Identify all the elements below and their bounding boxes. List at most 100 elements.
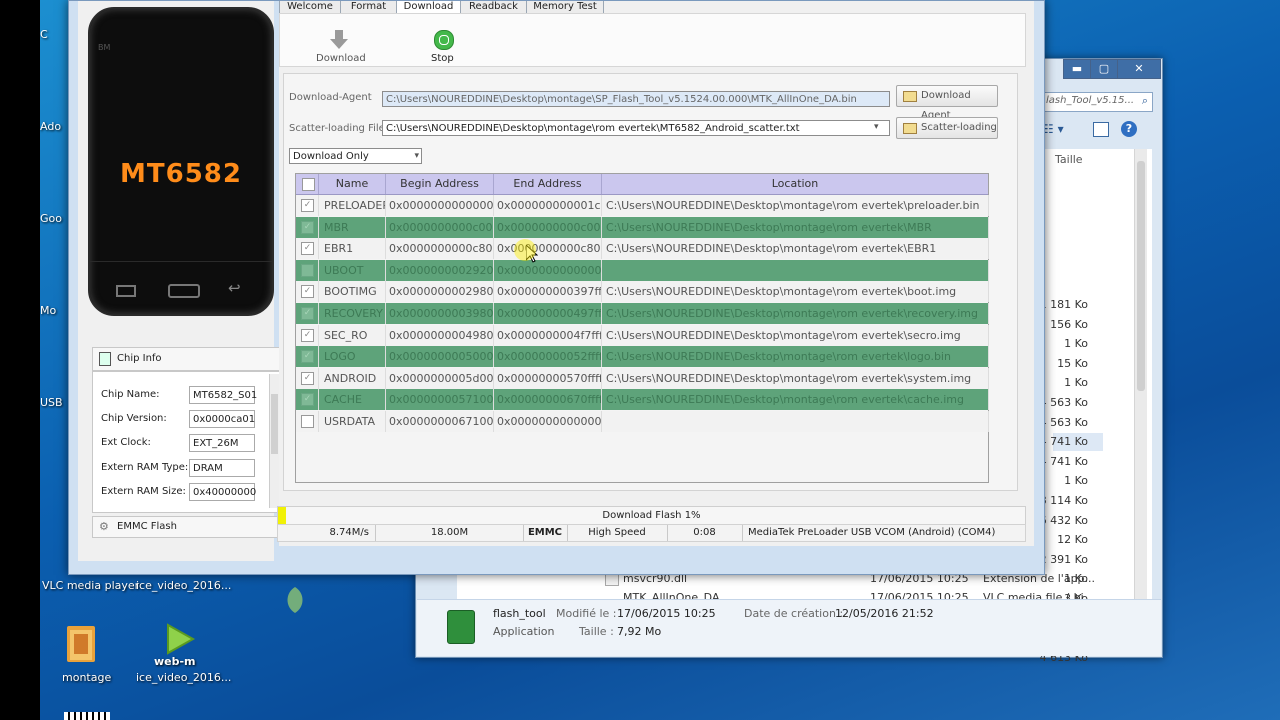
table-row[interactable]: ✓ ANDROID0x0000000005d000000x00000000570f… bbox=[296, 367, 989, 389]
stop-button[interactable]: Stop bbox=[431, 53, 454, 64]
table-row[interactable]: ✓ EBR10x0000000000c800000x0000000000c801f… bbox=[296, 238, 989, 260]
download-arrow-icon[interactable] bbox=[328, 28, 350, 50]
search-box[interactable]: lash_Tool_v5.15... ⌕ bbox=[1041, 92, 1153, 112]
toolbar: Download Stop bbox=[279, 13, 1026, 67]
header-begin-address[interactable]: Begin Address bbox=[386, 174, 494, 194]
chip-info-header[interactable]: Chip Info bbox=[92, 347, 282, 371]
checkbox-cell[interactable]: ✓ bbox=[296, 303, 319, 324]
download-button[interactable]: Download bbox=[316, 53, 366, 64]
maximize-button[interactable]: ▢ bbox=[1090, 59, 1118, 79]
scrollbar-thumb[interactable] bbox=[1137, 161, 1145, 391]
desktop-edge-label[interactable]: USB bbox=[40, 396, 63, 409]
partition-name: UBOOT bbox=[319, 259, 386, 281]
scatter-loading-button-label: Scatter-loading bbox=[921, 122, 997, 133]
row-checkbox[interactable]: ✓ bbox=[301, 371, 314, 385]
begin-address: 0x0000000002980000 bbox=[386, 281, 494, 303]
right-pane: Welcome Format Download Readback Memory … bbox=[279, 1, 1034, 546]
download-agent-button[interactable]: Download Agent bbox=[896, 85, 998, 121]
table-row[interactable]: ✓ SEC_RO0x00000000049800000x0000000004f7f… bbox=[296, 324, 989, 346]
folder-icon[interactable] bbox=[66, 622, 96, 666]
table-row[interactable]: USRDATA0x00000000671000000x0000000000000… bbox=[296, 411, 989, 432]
desktop-edge-label[interactable]: Goo bbox=[40, 212, 62, 225]
progress-bar: Download Flash 1% bbox=[277, 506, 1026, 526]
table-row[interactable]: UBOOT0x00000000029200000x000000000000000… bbox=[296, 259, 989, 281]
chip-scrollbar-thumb[interactable] bbox=[271, 394, 278, 454]
scatter-loading-button[interactable]: Scatter-loading bbox=[896, 117, 998, 139]
stop-icon[interactable] bbox=[434, 30, 454, 50]
phone-divider bbox=[90, 261, 272, 262]
emmc-flash-header[interactable]: ⚙ EMMC Flash bbox=[92, 516, 282, 538]
desktop-icon-webm[interactable]: web-m bbox=[154, 655, 196, 668]
desktop-edge-label[interactable]: Mo bbox=[40, 304, 56, 317]
film-strip-icon bbox=[64, 712, 110, 720]
table-row[interactable]: ✓ MBR0x0000000000c000000x0000000000c001ff… bbox=[296, 216, 989, 238]
desktop-edge-label[interactable]: Ado bbox=[40, 120, 61, 133]
row-checkbox[interactable] bbox=[301, 415, 314, 428]
mode-select[interactable]: Download Only ▾ bbox=[289, 148, 422, 164]
checkbox-cell[interactable]: ✓ bbox=[296, 367, 319, 389]
header-end-address[interactable]: End Address bbox=[494, 174, 602, 194]
column-size-header[interactable]: Taille bbox=[1055, 153, 1083, 166]
table-row[interactable]: ✓ CACHE0x00000000571000000x00000000670fff… bbox=[296, 389, 989, 411]
checkbox-cell[interactable]: ✓ bbox=[296, 346, 319, 368]
row-checkbox[interactable]: ✓ bbox=[301, 307, 314, 320]
close-button[interactable]: ✕ bbox=[1117, 59, 1161, 79]
header-name[interactable]: Name bbox=[319, 174, 386, 194]
desktop-icon-vlc[interactable]: VLC media player bbox=[42, 579, 139, 592]
select-all-checkbox[interactable] bbox=[302, 178, 315, 191]
desktop-icon-video-2[interactable]: ice_video_2016... bbox=[136, 671, 231, 684]
preview-pane-icon[interactable] bbox=[1093, 122, 1109, 137]
table-row[interactable]: ✓ RECOVERY0x00000000039800000x00000000049… bbox=[296, 303, 989, 324]
cursor-highlight bbox=[514, 239, 536, 261]
row-checkbox[interactable]: ✓ bbox=[301, 328, 314, 342]
begin-address: 0x0000000004980000 bbox=[386, 324, 494, 346]
checkbox-cell[interactable]: ✓ bbox=[296, 281, 319, 303]
home-key-icon bbox=[168, 284, 200, 298]
checkbox-cell[interactable]: ✓ bbox=[296, 324, 319, 346]
desktop-icon-video[interactable]: ice_video_2016... bbox=[136, 579, 231, 592]
chip-info-title: Chip Info bbox=[117, 353, 162, 364]
row-checkbox[interactable]: ✓ bbox=[301, 242, 314, 256]
chevron-down-icon[interactable]: ▾ bbox=[874, 122, 879, 132]
desktop-icon-montage[interactable]: montage bbox=[62, 671, 111, 684]
partition-name: EBR1 bbox=[319, 238, 386, 260]
checkbox-cell[interactable] bbox=[296, 259, 319, 281]
row-checkbox[interactable]: ✓ bbox=[301, 199, 314, 212]
checkbox-cell[interactable]: ✓ bbox=[296, 195, 319, 216]
scatter-field[interactable]: C:\Users\NOUREDDINE\Desktop\montage\rom … bbox=[382, 120, 890, 136]
begin-address: 0x0000000057100000 bbox=[386, 389, 494, 411]
checkbox-cell[interactable]: ✓ bbox=[296, 216, 319, 238]
checkbox-cell[interactable] bbox=[296, 411, 319, 432]
ext-clock-label: Ext Clock: bbox=[101, 437, 151, 448]
detail-size-label: Taille : bbox=[579, 625, 614, 638]
play-icon[interactable] bbox=[162, 622, 196, 656]
minimize-button[interactable]: ▬ bbox=[1063, 59, 1091, 79]
row-checkbox[interactable]: ✓ bbox=[301, 285, 314, 299]
back-key-icon: ↩ bbox=[228, 279, 241, 297]
details-pane: flash_tool Application Modifié le : 17/0… bbox=[417, 599, 1161, 656]
begin-address: 0x0000000067100000 bbox=[386, 411, 494, 432]
download-agent-field[interactable]: C:\Users\NOUREDDINE\Desktop\montage\SP_F… bbox=[382, 91, 890, 107]
search-icon[interactable]: ⌕ bbox=[1142, 94, 1148, 108]
checkbox-cell[interactable]: ✓ bbox=[296, 238, 319, 260]
desktop-edge-label[interactable]: C bbox=[40, 28, 48, 41]
scatter-value: C:\Users\NOUREDDINE\Desktop\montage\rom … bbox=[386, 123, 800, 134]
row-checkbox[interactable]: ✓ bbox=[301, 350, 314, 364]
table-row[interactable]: ✓ BOOTIMG0x00000000029800000x000000000397… bbox=[296, 281, 989, 303]
header-location[interactable]: Location bbox=[602, 174, 988, 194]
row-checkbox[interactable] bbox=[301, 263, 314, 277]
partition-location: C:\Users\NOUREDDINE\Desktop\montage\rom … bbox=[602, 195, 989, 216]
chevron-down-icon[interactable]: ▾ bbox=[414, 149, 419, 163]
view-options-icon[interactable]: ☷ ▾ bbox=[1043, 122, 1064, 136]
table-row[interactable]: ✓ PRELOADER0x00000000000000000x0000000000… bbox=[296, 195, 989, 216]
menu-key-icon bbox=[116, 285, 136, 297]
help-icon[interactable]: ? bbox=[1121, 121, 1137, 137]
chip-name-label: Chip Name: bbox=[101, 389, 160, 400]
row-checkbox[interactable]: ✓ bbox=[301, 220, 314, 234]
chip-icon bbox=[99, 352, 111, 366]
table-row[interactable]: ✓ LOGO0x00000000050000000x00000000052ffff… bbox=[296, 346, 989, 368]
row-checkbox[interactable]: ✓ bbox=[301, 393, 314, 407]
scrollbar[interactable] bbox=[1134, 149, 1147, 619]
checkbox-cell[interactable]: ✓ bbox=[296, 389, 319, 411]
select-all-header[interactable] bbox=[296, 174, 319, 194]
